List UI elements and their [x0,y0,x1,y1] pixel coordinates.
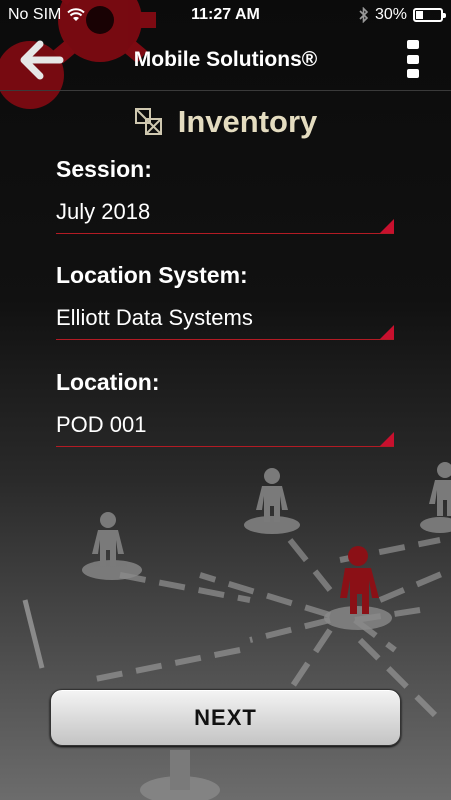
more-menu-button[interactable] [407,40,421,78]
session-field: Session: July 2018 [56,156,394,234]
nav-divider [0,90,451,91]
battery-fill [416,11,424,19]
page-heading: Inventory [0,104,451,140]
nav-bar: Mobile Solutions® [0,30,451,90]
location-system-field: Location System: Elliott Data Systems [56,262,394,340]
status-right: 30% [359,6,446,24]
battery-percent: 30% [374,6,407,23]
location-system-value: Elliott Data Systems [56,305,253,330]
inventory-boxes-icon [134,108,162,135]
location-value: POD 001 [56,412,147,437]
menu-dot [407,69,419,78]
dropdown-corner-icon [380,325,394,339]
dropdown-corner-icon [380,432,394,446]
location-system-label: Location System: [56,262,248,288]
menu-dot [407,40,419,49]
page-title: Inventory [177,104,318,139]
location-system-select[interactable]: Elliott Data Systems [56,305,394,340]
app-screen: No SIM 11:27 AM 30% Mobile Solutions® In… [0,0,451,800]
menu-dot [407,54,419,64]
battery-icon [413,8,446,22]
bluetooth-icon [359,7,369,23]
dropdown-corner-icon [380,219,394,233]
session-value: July 2018 [56,199,151,224]
status-bar: No SIM 11:27 AM 30% [0,0,451,30]
location-select[interactable]: POD 001 [56,412,394,447]
next-button[interactable]: NEXT [50,689,401,746]
location-field: Location: POD 001 [56,369,394,447]
location-label: Location: [56,369,160,395]
app-title: Mobile Solutions® [133,48,318,71]
session-select[interactable]: July 2018 [56,199,394,234]
session-label: Session: [56,156,152,182]
next-button-label: NEXT [194,704,257,730]
